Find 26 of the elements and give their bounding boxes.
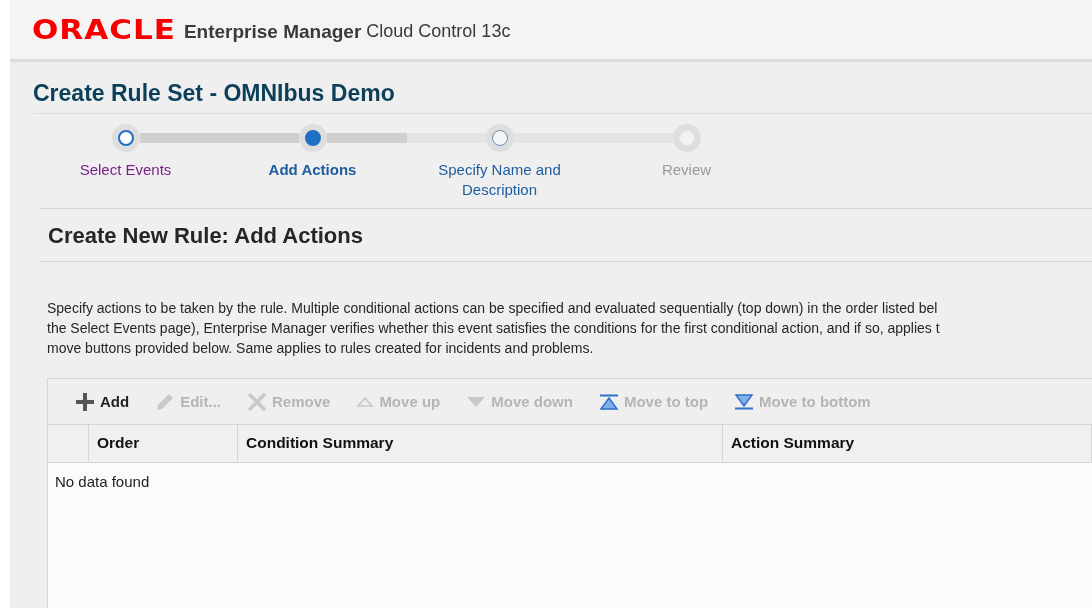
step-marker[interactable] xyxy=(485,124,514,152)
step-link[interactable]: Add Actions xyxy=(268,160,357,180)
plus-icon xyxy=(75,391,95,412)
triangle-down-icon xyxy=(466,395,487,408)
product-name: Enterprise Manager xyxy=(183,20,362,43)
step-link[interactable]: Specify Name and Description xyxy=(424,160,575,200)
logo: ORACLE xyxy=(32,14,176,45)
pencil-icon xyxy=(155,391,176,412)
close-icon xyxy=(247,391,267,412)
description-text: Specify actions to be taken by the rule. Multiple conditional actions can be specified and evaluated sequentially (top down) in the order listed bel xyxy=(47,299,939,318)
step-marker[interactable] xyxy=(298,124,327,152)
empty-message: No data found xyxy=(55,473,150,490)
column-header[interactable]: Condition Summary xyxy=(238,425,723,462)
step-marker[interactable] xyxy=(111,124,140,152)
triangle-up-icon xyxy=(356,395,375,408)
step-link[interactable]: Select Events xyxy=(79,160,172,180)
toolbar-button[interactable]: Add xyxy=(68,387,137,416)
move-to-top-icon xyxy=(598,393,619,410)
column-header[interactable]: Order xyxy=(89,425,238,462)
page-title: Create Rule Set - OMNIbus Demo xyxy=(33,80,1092,114)
product-edition: Cloud Control 13c xyxy=(366,21,511,42)
column-header[interactable]: Action Summary xyxy=(723,425,1092,462)
description-text: the Select Events page), Enterprise Manager verifies whether this event satisfies the conditions for the first conditional action, and if so, applies t xyxy=(47,319,941,338)
section-title: Create New Rule: Add Actions xyxy=(48,223,364,250)
move-to-bottom-icon xyxy=(734,393,755,410)
description-text: move buttons provided below. Same applies to rules created for incidents and problems. xyxy=(47,339,595,358)
